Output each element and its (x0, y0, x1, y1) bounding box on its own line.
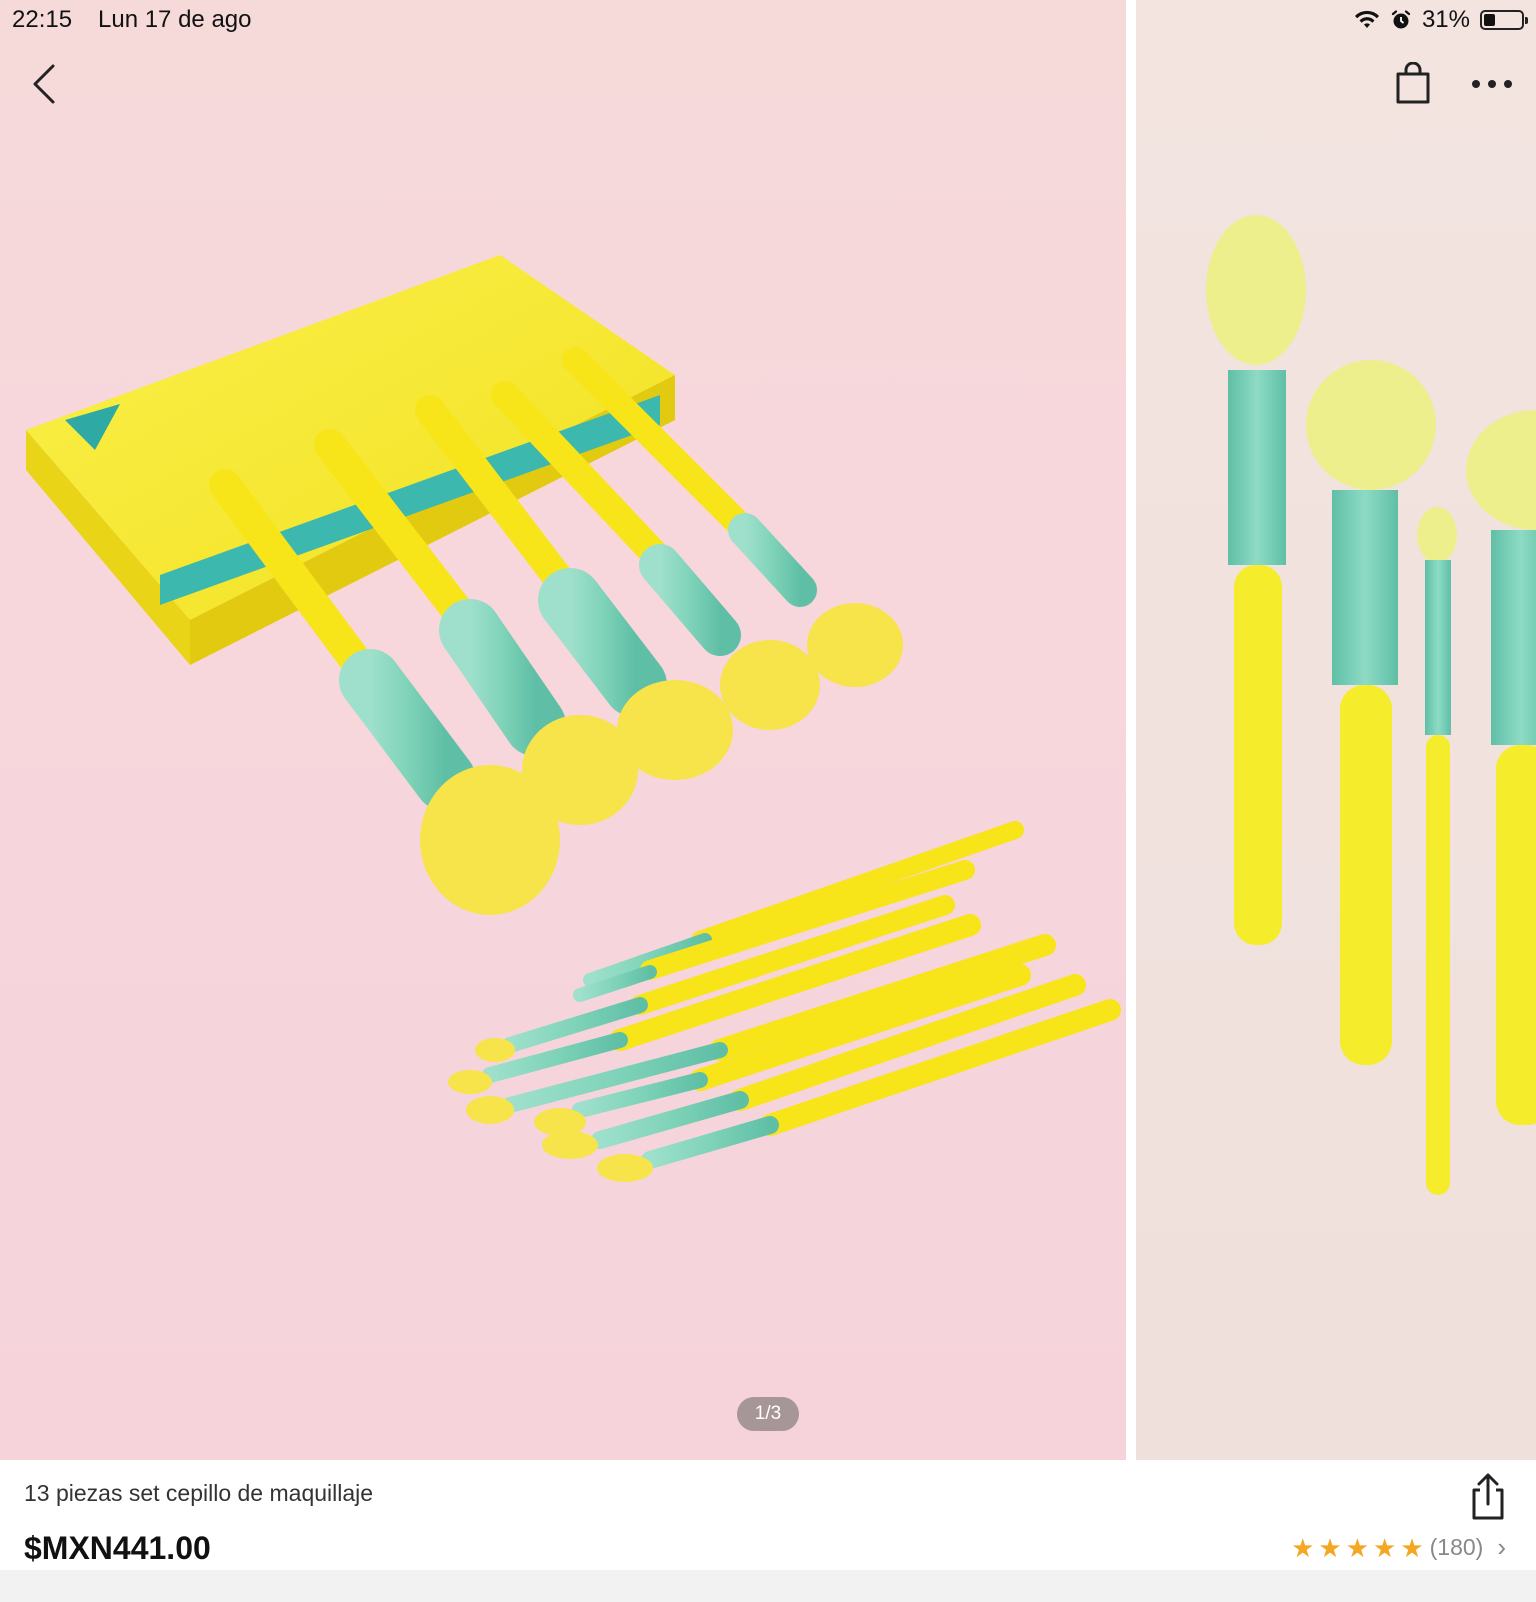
star-icon: ★ (1400, 1532, 1424, 1563)
bottom-divider (0, 1570, 1536, 1602)
star-icon: ★ (1318, 1532, 1342, 1563)
product-price: $MXN441.00 (24, 1530, 211, 1566)
product-image-gallery[interactable]: 1/3 (0, 0, 1536, 1460)
status-indicators: 31% (1354, 6, 1528, 34)
shopping-bag-icon (1396, 62, 1430, 104)
more-options-button[interactable] (1462, 54, 1522, 114)
product-rating[interactable]: ★ ★ ★ ★ ★ (180) › (1291, 1532, 1506, 1563)
brush-closeup-photo (1206, 215, 1536, 1195)
battery-tip (1525, 17, 1528, 24)
brush-set-photo (26, 255, 1121, 1182)
cart-button[interactable] (1383, 54, 1443, 114)
product-screen: 1/3 22:15 Lun 17 de ago 31% 13 piezas se… (0, 0, 1536, 1602)
battery-level (1484, 14, 1495, 26)
share-button[interactable] (1466, 1472, 1510, 1522)
status-time: 22:15 (12, 6, 73, 33)
product-title: 13 piezas set cepillo de maquillaje (24, 1480, 374, 1506)
battery-percentage: 31% (1421, 6, 1470, 33)
share-icon (1472, 1473, 1504, 1520)
product-image-next[interactable] (1136, 0, 1536, 1460)
image-page-indicator: 1/3 (737, 1397, 799, 1431)
product-image-main[interactable]: 1/3 (0, 0, 1126, 1460)
wifi-icon (1354, 10, 1379, 28)
chevron-left-icon (33, 64, 55, 104)
star-icon: ★ (1345, 1532, 1369, 1563)
star-icon: ★ (1291, 1532, 1315, 1563)
alarm-icon (1391, 10, 1411, 29)
battery-icon (1480, 10, 1528, 30)
review-count: (180) (1429, 1534, 1484, 1560)
more-horizontal-icon (1472, 80, 1512, 88)
gallery-divider (1126, 0, 1136, 1460)
status-bar: 22:15 Lun 17 de ago 31% (0, 0, 1536, 42)
status-date: Lun 17 de ago (98, 6, 252, 33)
chevron-right-icon: › (1497, 1532, 1506, 1562)
back-button[interactable] (14, 54, 74, 114)
star-icon: ★ (1373, 1532, 1397, 1563)
